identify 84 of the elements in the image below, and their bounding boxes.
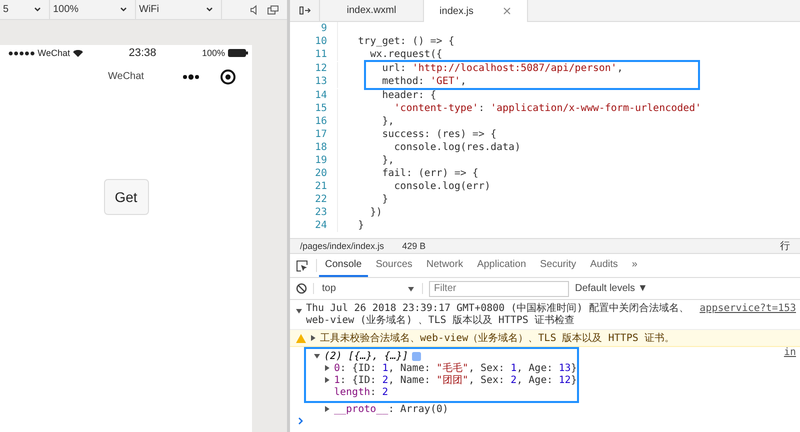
levels-dropdown[interactable]: Default levels ▼ (575, 283, 648, 294)
line-number: 11 (290, 48, 338, 61)
expand-arrow-icon[interactable] (324, 377, 330, 383)
chevron-down-icon (34, 7, 41, 12)
code-line: }, (381, 116, 394, 127)
devtools-tab[interactable]: Console (319, 254, 368, 277)
code-line: header: { (381, 90, 436, 101)
collapse-arrow-icon[interactable] (314, 353, 320, 359)
console-entry: __proto__: Array(0) (334, 404, 448, 414)
line-number: 12 (290, 62, 338, 75)
source-link[interactable]: appservice?t=153 (700, 303, 796, 327)
code-line: try_get: () => { (357, 36, 454, 47)
line-number: 19 (290, 154, 338, 167)
code-line: url: 'http://localhost:5087/api/person', (381, 63, 623, 74)
devtools-tab[interactable]: Audits (584, 254, 624, 277)
devtools-tab[interactable]: Sources (370, 254, 418, 277)
devtools-tab[interactable]: Network (420, 254, 470, 277)
chevron-down-icon (120, 7, 127, 12)
chevron-down-icon (206, 7, 213, 12)
source-link[interactable]: in (784, 347, 796, 403)
more-tabs-button[interactable]: » (626, 254, 644, 277)
carrier-label: ●●●●● WeChat (8, 48, 70, 58)
clear-console-icon[interactable] (296, 283, 307, 294)
nav-title: WeChat (108, 70, 144, 82)
line-number: 22 (290, 193, 338, 206)
battery-percent: 100% (202, 48, 225, 58)
device-select[interactable]: 5 (0, 0, 50, 20)
line-number: 23 (290, 206, 338, 219)
code-line: success: (res) => { (381, 129, 497, 140)
line-number: 15 (290, 102, 338, 115)
code-line: console.log(err) (393, 181, 490, 192)
windows-icon[interactable] (267, 4, 279, 14)
info-icon (412, 352, 422, 360)
expand-arrow-icon[interactable] (310, 335, 316, 341)
warning-icon (296, 334, 306, 342)
close-icon[interactable] (503, 7, 512, 15)
dropdown-arrow-icon[interactable] (408, 286, 414, 292)
line-number: 13 (290, 75, 338, 88)
code-line: } (357, 220, 364, 231)
file-path: /pages/index/index.js (300, 241, 384, 251)
sidebar-toggle-icon[interactable] (298, 6, 310, 15)
code-line: } (381, 194, 388, 205)
line-number: 14 (290, 89, 338, 102)
more-icon[interactable] (182, 74, 200, 80)
console-entry: length: 2 (334, 386, 388, 398)
line-number: 20 (290, 167, 338, 180)
line-number: 21 (290, 180, 338, 193)
line-number: 17 (290, 128, 338, 141)
prompt-chevron-icon (298, 417, 304, 425)
console-entry: 0: {ID: 1, Name: "毛毛", Sex: 1, Age: 13} (334, 362, 577, 375)
battery-icon (228, 49, 248, 57)
code-line: console.log(res.data) (393, 142, 521, 153)
line-number: 9 (290, 22, 338, 35)
code-line: }) (369, 207, 382, 218)
editor-tab[interactable]: index.js (424, 0, 528, 22)
line-number: 18 (290, 141, 338, 154)
filter-field[interactable]: Filter (429, 280, 569, 296)
file-size: 429 B (402, 241, 426, 251)
speaker-icon[interactable] (250, 4, 259, 14)
warning-message: 工具未校验合法域名、web-view（业务域名）、TLS 版本以及 HTTPS 证书。 (320, 332, 674, 345)
line-number: 10 (290, 35, 338, 48)
devtools-tab[interactable]: Application (471, 254, 532, 277)
get-button[interactable]: Get (104, 179, 148, 215)
clock-time: 23:38 (128, 47, 156, 59)
expand-arrow-icon[interactable] (324, 406, 330, 412)
device-select[interactable]: WiFi (136, 0, 222, 20)
inspect-icon[interactable] (296, 260, 308, 272)
device-select[interactable]: 100% (50, 0, 136, 20)
wifi-icon (73, 50, 84, 56)
code-line: 'content-type': 'application/x-www-form-urlencoded' (393, 103, 702, 114)
array-summary: (2) [{…}, {…}] (324, 350, 408, 362)
code-line: fail: (err) => { (381, 168, 478, 179)
context-select[interactable]: top (313, 283, 423, 294)
position-label: 行 (780, 240, 790, 253)
code-line: }, (381, 155, 394, 166)
devtools-tab[interactable]: Security (534, 254, 582, 277)
line-number: 16 (290, 115, 338, 128)
code-line: wx.request({ (369, 49, 442, 60)
expand-arrow-icon[interactable] (324, 365, 330, 371)
console-entry: 1: {ID: 2, Name: "团团", Sex: 2, Age: 12} (334, 374, 577, 387)
collapse-arrow-icon[interactable] (296, 308, 302, 314)
console-message: Thu Jul 26 2018 23:39:17 GMT+0800 (中国标准时间) 配置中关闭合法域名、web-view (业务域名) 、TLS 版本以及 HTTPS 证书检查 (306, 303, 690, 327)
line-number: 24 (290, 219, 338, 232)
code-line: method: 'GET', (381, 76, 466, 87)
